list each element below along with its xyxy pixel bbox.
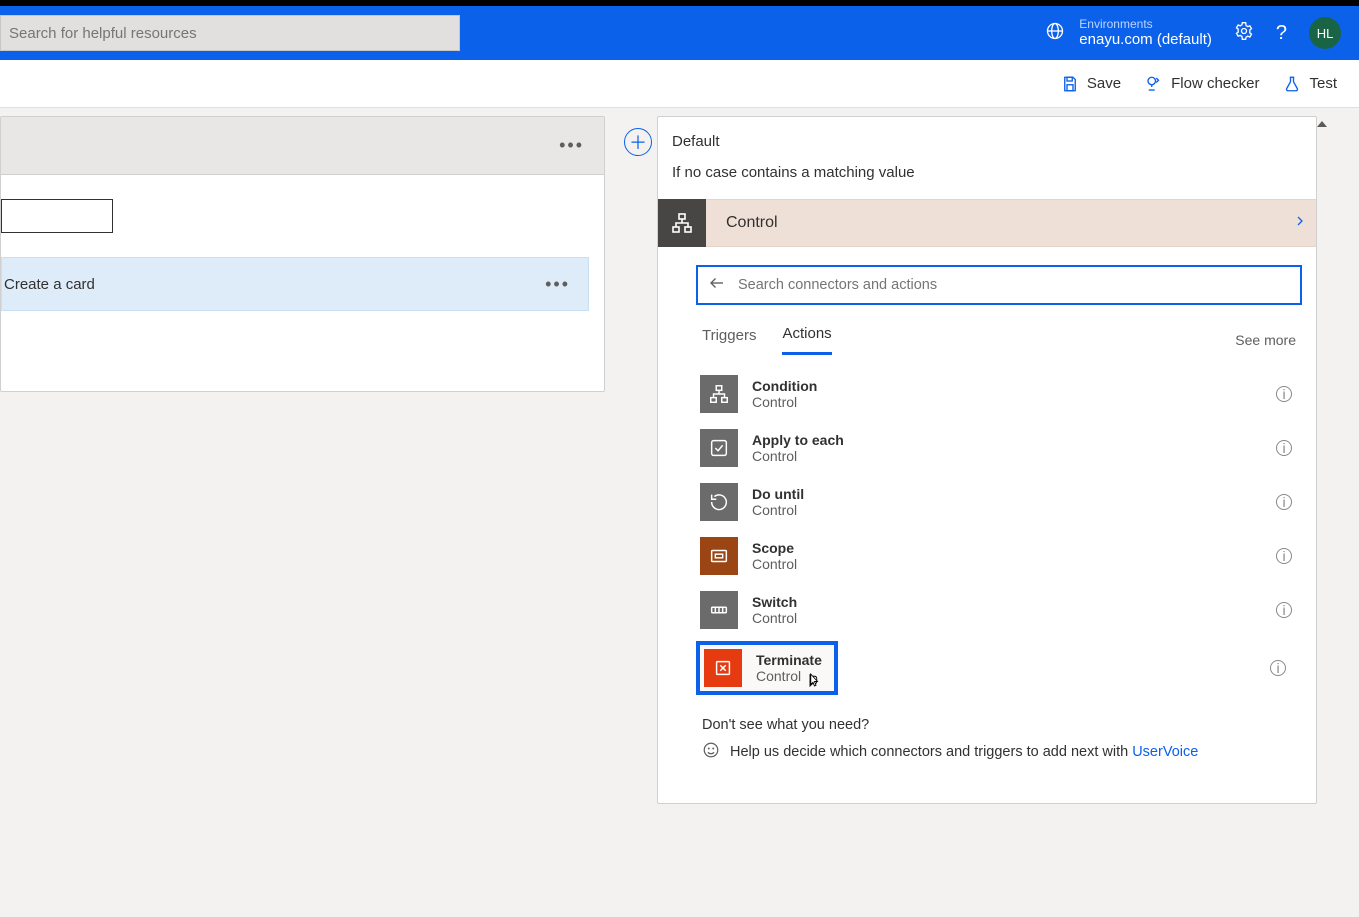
create-card-label: Create a card <box>4 276 95 293</box>
case-card: ••• Create a card ••• <box>0 116 605 392</box>
action-item[interactable]: Apply to each Control i <box>696 421 1296 475</box>
case-value-input[interactable] <box>1 199 113 233</box>
create-card-action[interactable]: Create a card ••• <box>1 257 589 311</box>
action-title: Apply to each <box>752 432 844 448</box>
info-icon[interactable]: i <box>1276 548 1292 564</box>
action-title: Switch <box>752 594 797 610</box>
cursor-icon <box>804 669 822 696</box>
action-icon <box>700 375 738 413</box>
save-button[interactable]: Save <box>1061 75 1121 93</box>
tab-triggers[interactable]: Triggers <box>702 327 756 354</box>
tab-actions[interactable]: Actions <box>782 325 831 355</box>
env-value: enayu.com (default) <box>1079 31 1212 49</box>
test-button[interactable]: Test <box>1283 75 1337 93</box>
action-item[interactable]: Scope Control i <box>696 529 1296 583</box>
action-icon <box>700 537 738 575</box>
terminate-icon <box>704 649 742 687</box>
settings-icon[interactable] <box>1234 21 1254 46</box>
add-branch-button[interactable]: ＋ <box>624 128 652 156</box>
action-subtitle: Control <box>752 448 844 464</box>
action-subtitle: Control <box>752 610 797 626</box>
smile-icon <box>702 741 720 763</box>
global-search[interactable] <box>0 15 460 51</box>
action-item[interactable]: Condition Control i <box>696 367 1296 421</box>
action-subtitle: Control <box>752 502 804 518</box>
case-card-header[interactable]: ••• <box>1 117 604 175</box>
action-tabs: Triggers Actions See more <box>696 305 1302 355</box>
footer-prompt: Don't see what you need? <box>702 717 1296 733</box>
info-icon[interactable]: i <box>1276 440 1292 456</box>
action-title: Scope <box>752 540 797 556</box>
info-icon[interactable]: i <box>1276 494 1292 510</box>
connector-search-input[interactable] <box>738 277 1290 293</box>
chevron-right-icon[interactable] <box>1294 214 1316 232</box>
environment-icon <box>1045 21 1065 46</box>
info-icon[interactable]: i <box>1276 386 1292 402</box>
connector-search[interactable] <box>696 265 1302 305</box>
scroll-up-icon[interactable] <box>1317 121 1327 127</box>
env-label: Environments <box>1079 17 1212 31</box>
control-connector-icon <box>658 199 706 247</box>
action-subtitle: Control <box>752 556 797 572</box>
global-search-input[interactable] <box>9 25 451 42</box>
action-title: Condition <box>752 378 817 394</box>
default-case-panel: Default If no case contains a matching v… <box>657 116 1317 804</box>
footer-help-text: Help us decide which connectors and trig… <box>730 744 1198 760</box>
flow-checker-button[interactable]: Flow checker <box>1145 75 1259 93</box>
action-item[interactable]: Do until Control i <box>696 475 1296 529</box>
uservoice-link[interactable]: UserVoice <box>1132 744 1198 760</box>
user-avatar[interactable]: HL <box>1309 17 1341 49</box>
action-item-terminate[interactable]: Terminate Control <box>696 641 838 695</box>
back-arrow-icon[interactable] <box>708 274 726 297</box>
action-title: Do until <box>752 486 804 502</box>
more-icon[interactable]: ••• <box>545 274 570 295</box>
action-subtitle: Control <box>752 394 817 410</box>
app-header: Environments enayu.com (default) ? HL <box>0 6 1359 60</box>
more-icon[interactable]: ••• <box>559 135 584 156</box>
help-icon[interactable]: ? <box>1276 22 1287 45</box>
panel-title: Default <box>658 117 1316 158</box>
action-title: Terminate <box>756 652 822 668</box>
action-icon <box>700 483 738 521</box>
panel-description: If no case contains a matching value <box>658 158 1316 199</box>
connector-name: Control <box>726 214 778 232</box>
action-icon <box>700 591 738 629</box>
connector-header[interactable]: Control <box>658 199 1316 247</box>
see-more-link[interactable]: See more <box>1235 332 1296 348</box>
action-icon <box>700 429 738 467</box>
action-item[interactable]: Switch Control i <box>696 583 1296 637</box>
command-bar: Save Flow checker Test <box>0 60 1359 108</box>
info-icon[interactable]: i <box>1276 602 1292 618</box>
environment-picker[interactable]: Environments enayu.com (default) <box>1045 17 1212 49</box>
info-icon[interactable]: i <box>1270 660 1286 676</box>
